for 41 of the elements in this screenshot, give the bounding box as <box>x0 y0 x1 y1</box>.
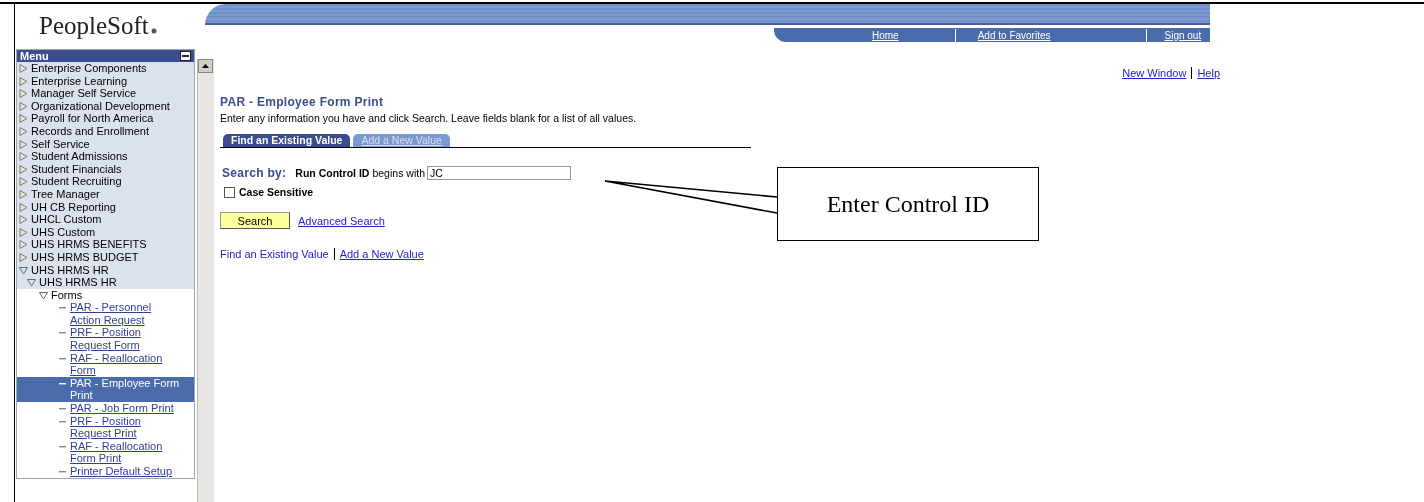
menu-link[interactable]: PRF - Position Request Form <box>70 326 182 352</box>
search-button[interactable]: Search <box>220 212 290 229</box>
menu-link[interactable]: RAF - Reallocation Form <box>70 351 182 377</box>
menu-link[interactable]: Printer Default Setup <box>70 465 182 478</box>
case-sensitive-label: Case Sensitive <box>239 186 314 198</box>
peoplesoft-logo: PeopleSoft <box>15 4 205 40</box>
new-window-link[interactable]: New Window <box>1122 67 1187 79</box>
nav-link[interactable]: Add to Favorites <box>977 29 1051 41</box>
dash-icon <box>59 470 66 473</box>
find-existing-value-link[interactable]: Find an Existing Value <box>220 248 329 260</box>
menu-link[interactable]: PAR - Job Form Print <box>70 402 182 415</box>
scroll-up-icon[interactable] <box>198 59 213 73</box>
field-label: Run Control ID <box>295 167 370 179</box>
case-sensitive-checkbox[interactable] <box>224 186 235 198</box>
menu-link[interactable]: PAR - Personnel Action Request <box>70 301 182 327</box>
dash-icon <box>59 419 66 423</box>
add-new-value-link[interactable]: Add a New Value <box>339 248 424 260</box>
page-title: PAR - Employee Form Print <box>220 95 385 109</box>
dash-icon <box>59 306 66 310</box>
dash-icon <box>59 407 66 411</box>
advanced-search-link[interactable]: Advanced Search <box>298 214 385 227</box>
scrollbar[interactable] <box>197 59 214 502</box>
tab[interactable]: Find an Existing Value <box>223 134 351 147</box>
menu-link[interactable]: RAF - Reallocation Form Print <box>70 439 182 465</box>
registered-mark-icon <box>150 28 157 34</box>
run-control-id-field[interactable]: JC <box>426 166 571 180</box>
instructions-text: Enter any information you have and click Search. Leave fields blank for a list of all values. <box>220 112 638 124</box>
dash-icon <box>59 381 66 385</box>
operator-label: begins with <box>372 167 425 179</box>
dash-icon <box>59 356 66 360</box>
menu-title: Menu <box>20 50 49 62</box>
dash-icon <box>59 331 66 335</box>
menu-link[interactable]: PRF - Position Request Print <box>70 414 182 440</box>
nav-link[interactable]: Sign out <box>1164 29 1202 41</box>
dash-icon <box>59 444 66 448</box>
collapse-icon[interactable] <box>180 51 191 61</box>
help-link[interactable]: Help <box>1197 67 1220 79</box>
nav-link[interactable]: Home <box>872 29 899 41</box>
search-by-label: Search by: <box>222 166 287 180</box>
callout-text: Enter Control ID <box>826 190 990 218</box>
menu-folder[interactable]: Forms <box>51 288 83 302</box>
